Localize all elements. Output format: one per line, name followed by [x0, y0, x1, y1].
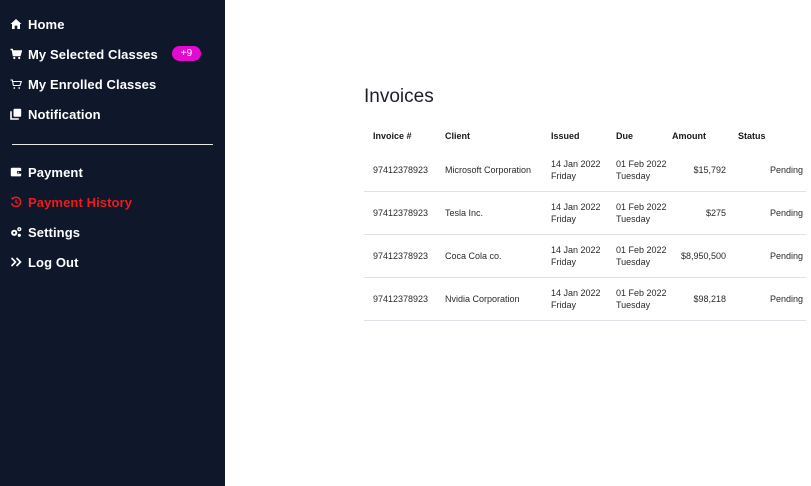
sidebar-item-log-out[interactable]: Log Out [9, 251, 213, 273]
copy-icon [9, 107, 23, 121]
sidebar-item-label: My Selected Classes [28, 46, 158, 62]
due-cell: 01 Feb 2022 Tuesday [616, 277, 672, 321]
client-name: Microsoft Corporation [445, 149, 551, 192]
sidebar-item-label: Payment [28, 164, 83, 180]
amount: $8,950,500 [672, 234, 726, 278]
due-cell: 01 Feb 2022 Tuesday [616, 149, 672, 192]
status: Pending [726, 191, 806, 235]
column-header-invoice: Invoice # [373, 130, 412, 141]
issued-day: Friday [551, 257, 577, 267]
sidebar: Home My Selected Classes +9 My Enrolled … [0, 0, 225, 486]
sidebar-item-notification[interactable]: Notification [9, 103, 213, 125]
due-day: Tuesday [616, 214, 651, 224]
cart-outline-icon [9, 77, 23, 91]
due-day: Tuesday [616, 300, 651, 310]
cart-icon [9, 47, 23, 61]
issued-date: 14 Jan 2022 [551, 202, 601, 212]
due-day: Tuesday [616, 171, 651, 181]
issued-cell: 14 Jan 2022 Friday [551, 149, 616, 192]
double-chevron-right-icon [9, 255, 23, 269]
status: Pending [726, 234, 806, 278]
issued-cell: 14 Jan 2022 Friday [551, 277, 616, 321]
sidebar-item-home[interactable]: Home [9, 13, 213, 35]
client-name: Tesla Inc. [445, 191, 551, 235]
issued-date: 14 Jan 2022 [551, 245, 601, 255]
sidebar-item-payment[interactable]: Payment [9, 161, 213, 183]
sidebar-item-my-enrolled-classes[interactable]: My Enrolled Classes [9, 73, 213, 95]
due-date: 01 Feb 2022 [616, 202, 667, 212]
sidebar-divider [12, 144, 213, 145]
status: Pending [726, 277, 806, 321]
invoice-number: 97412378923 [364, 149, 445, 192]
issued-date: 14 Jan 2022 [551, 288, 601, 298]
history-icon [9, 195, 23, 209]
notification-badge: +9 [172, 46, 201, 61]
column-header-amount: Amount [672, 130, 706, 141]
page-title: Invoices [364, 86, 434, 107]
table-row[interactable]: 97412378923 Nvidia Corporation 14 Jan 20… [364, 277, 806, 321]
client-name: Coca Cola co. [445, 234, 551, 278]
due-cell: 01 Feb 2022 Tuesday [616, 191, 672, 235]
column-header-client: Client [445, 130, 471, 141]
amount: $98,218 [672, 277, 726, 321]
sidebar-item-my-selected-classes[interactable]: My Selected Classes +9 [9, 43, 213, 65]
due-date: 01 Feb 2022 [616, 245, 667, 255]
amount: $15,792 [672, 149, 726, 192]
sidebar-item-label: Payment History [28, 194, 133, 210]
amount: $275 [672, 191, 726, 235]
issued-date: 14 Jan 2022 [551, 159, 601, 169]
gears-icon [9, 225, 23, 239]
due-cell: 01 Feb 2022 Tuesday [616, 234, 672, 278]
invoice-number: 97412378923 [364, 191, 445, 235]
table-row[interactable]: 97412378923 Coca Cola co. 14 Jan 2022 Fri… [364, 234, 806, 278]
sidebar-item-payment-history[interactable]: Payment History [9, 191, 213, 213]
wallet-icon [9, 165, 23, 179]
table-header-row: Invoice # Client Issued Due Amount Statu… [364, 122, 806, 149]
due-day: Tuesday [616, 257, 651, 267]
column-header-issued: Issued [551, 130, 580, 141]
sidebar-item-label: Notification [28, 106, 101, 122]
invoice-number: 97412378923 [364, 277, 445, 321]
sidebar-item-label: Log Out [28, 254, 79, 270]
sidebar-item-label: Home [28, 16, 65, 32]
due-date: 01 Feb 2022 [616, 288, 667, 298]
table-row[interactable]: 97412378923 Microsoft Corporation 14 Jan… [364, 149, 806, 192]
issued-day: Friday [551, 214, 577, 224]
sidebar-item-label: My Enrolled Classes [28, 76, 157, 92]
table-row[interactable]: 97412378923 Tesla Inc. 14 Jan 2022 Friday… [364, 191, 806, 235]
invoice-number: 97412378923 [364, 234, 445, 278]
issued-cell: 14 Jan 2022 Friday [551, 191, 616, 235]
column-header-status: Status [738, 130, 766, 141]
issued-cell: 14 Jan 2022 Friday [551, 234, 616, 278]
status: Pending [726, 149, 806, 192]
due-date: 01 Feb 2022 [616, 159, 667, 169]
main-content: Invoices Invoice # Client Issued Due Amo… [225, 0, 811, 486]
home-icon [9, 17, 23, 31]
invoices-table: Invoice # Client Issued Due Amount Statu… [364, 122, 806, 321]
issued-day: Friday [551, 171, 577, 181]
sidebar-item-settings[interactable]: Settings [9, 221, 213, 243]
client-name: Nvidia Corporation [445, 277, 551, 321]
column-header-due: Due [616, 130, 634, 141]
issued-day: Friday [551, 300, 577, 310]
sidebar-item-label: Settings [28, 224, 81, 240]
